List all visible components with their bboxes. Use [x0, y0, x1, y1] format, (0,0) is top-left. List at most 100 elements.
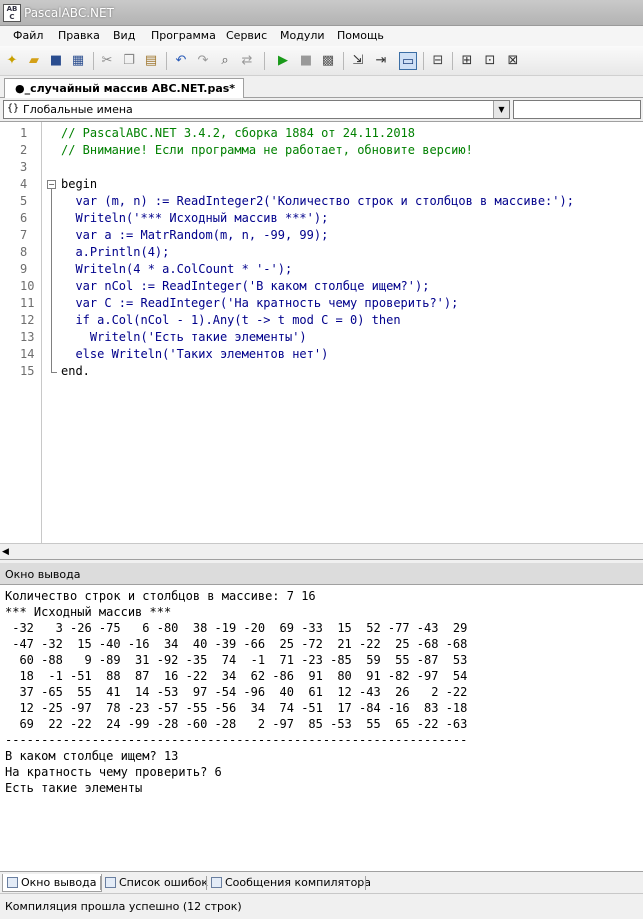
title-bar: AB C PascalABC.NET [0, 0, 643, 26]
toolbar-separator [423, 52, 424, 70]
menu-program[interactable]: Программа [151, 29, 216, 42]
menu-bar: Файл Правка Вид Программа Сервис Модули … [0, 26, 643, 46]
new-file-icon[interactable]: ✦ [3, 52, 21, 70]
tab-label: Сообщения компилятора [225, 876, 372, 889]
save-all-icon[interactable]: ▦ [69, 52, 87, 70]
output-line: -47 -32 15 -40 -16 34 40 -39 -66 25 -72 … [5, 637, 468, 651]
line-number: 6 [20, 211, 28, 225]
line-number: 10 [20, 279, 35, 293]
output-line: 60 -88 9 -89 31 -92 -35 74 -1 71 -23 -85… [5, 653, 468, 667]
output-panel-title: Окно вывода [5, 568, 81, 581]
scope-bar: {} Глобальные имена ▼ [0, 98, 643, 121]
toolbar-separator [343, 52, 344, 70]
paste-icon[interactable]: ▤ [142, 52, 160, 70]
replace-icon[interactable]: ⇄ [238, 52, 256, 70]
toolbar-separator [264, 52, 265, 70]
output-line: На кратность чему проверить? 6 [5, 765, 222, 779]
tab-output-window[interactable]: Окно вывода [2, 874, 103, 892]
bottom-tab-bar: Окно вывода Список ошибок Сообщения комп… [0, 871, 643, 893]
status-bar: Компиляция прошла успешно (12 строк) [0, 893, 643, 919]
status-text: Компиляция прошла успешно (12 строк) [5, 900, 242, 913]
step-over-icon[interactable]: ⇥ [372, 52, 390, 70]
compiler-messages-icon [211, 877, 222, 888]
find-icon[interactable]: ⌕ [216, 52, 234, 70]
code-line: begin [61, 177, 98, 191]
open-folder-icon[interactable]: ▰ [25, 52, 43, 70]
output-line: 69 22 -22 24 -99 -28 -60 -28 2 -97 85 -5… [5, 717, 468, 731]
output-line: 37 -65 55 41 14 -53 97 -54 -96 40 61 12 … [5, 685, 468, 699]
line-number: 1 [20, 126, 28, 140]
menu-file[interactable]: Файл [13, 29, 43, 42]
line-number: 11 [20, 296, 35, 310]
code-line: // PascalABC.NET 3.4.2, сборка 1884 от 2… [61, 126, 416, 140]
menu-help[interactable]: Помощь [337, 29, 384, 42]
fold-guide [51, 189, 52, 372]
format-icon[interactable]: ⊞ [458, 52, 476, 70]
code-editor[interactable]: 1 2 3 4 5 6 7 8 9 10 11 12 13 14 15 − //… [0, 121, 643, 544]
line-number: 13 [20, 330, 35, 344]
output-panel-header: Окно вывода [0, 563, 643, 585]
output-line: Есть такие элементы [5, 781, 143, 795]
undo-icon[interactable]: ↶ [172, 52, 190, 70]
code-line: Writeln(4 * a.ColCount * '-'); [61, 262, 293, 276]
line-number: 8 [20, 245, 28, 259]
toolbar-separator [452, 52, 453, 70]
toolbar-separator [166, 52, 167, 70]
output-separator-line: ----------------------------------------… [5, 733, 468, 747]
output-window-icon [7, 877, 18, 888]
toolbar-separator [93, 52, 94, 70]
scope-value: Глобальные имена [23, 103, 133, 116]
code-line: end. [61, 364, 90, 378]
chevron-down-icon[interactable]: ▼ [493, 101, 509, 118]
code-line: Writeln('*** Исходный массив ***'); [61, 211, 329, 225]
code-line: var C := ReadInteger('На кратность чему … [61, 296, 459, 310]
document-tab-bar: ●_случайный массив ABC.NET.pas* [0, 76, 643, 99]
fold-guide-end [51, 372, 57, 373]
redo-icon[interactable]: ↷ [194, 52, 212, 70]
line-number-gutter: 1 2 3 4 5 6 7 8 9 10 11 12 13 14 15 [0, 122, 42, 544]
menu-view[interactable]: Вид [113, 29, 135, 42]
tab-current-file[interactable]: ●_случайный массив ABC.NET.pas* [4, 78, 245, 99]
output-window-icon[interactable]: ▭ [399, 52, 417, 70]
app-icon: AB C [3, 4, 21, 22]
line-number: 15 [20, 364, 35, 378]
tab-label: Окно вывода [21, 876, 97, 889]
tab-compiler-messages[interactable]: Сообщения компилятора [207, 874, 376, 892]
menu-service[interactable]: Сервис [226, 29, 267, 42]
line-number: 12 [20, 313, 35, 327]
save-icon[interactable]: ■ [47, 52, 65, 70]
window-title: PascalABC.NET [24, 6, 114, 20]
refactor-icon[interactable]: ⊠ [504, 52, 522, 70]
run-icon[interactable]: ▶ [274, 52, 292, 70]
menu-edit[interactable]: Правка [58, 29, 100, 42]
line-number: 9 [20, 262, 28, 276]
debug-icon[interactable]: ⊟ [429, 52, 447, 70]
scroll-left-icon[interactable]: ◀ [2, 547, 9, 557]
step-into-icon[interactable]: ⇲ [349, 52, 367, 70]
line-number: 5 [20, 194, 28, 208]
stop-icon[interactable]: ■ [297, 52, 315, 70]
sort-icon[interactable]: ⊡ [481, 52, 499, 70]
cut-icon[interactable]: ✂ [98, 52, 116, 70]
code-line: a.Println(4); [61, 245, 170, 259]
toolbar: ✦ ▰ ■ ▦ ✂ ❐ ▤ ↶ ↷ ⌕ ⇄ ▶ ■ ▩ ⇲ ⇥ ▭ ⊟ ⊞ ⊡ … [0, 46, 643, 76]
output-line: -32 3 -26 -75 6 -80 38 -19 -20 69 -33 15… [5, 621, 468, 635]
output-line: 18 -1 -51 88 87 16 -22 34 62 -86 91 80 9… [5, 669, 468, 683]
output-line: Количество строк и столбцов в массиве: 7… [5, 589, 316, 603]
output-window[interactable]: Количество строк и столбцов в массиве: 7… [0, 585, 643, 871]
output-line: 12 -25 -97 78 -23 -57 -55 -56 34 74 -51 … [5, 701, 468, 715]
namespace-icon: {} [7, 103, 20, 114]
line-number: 2 [20, 143, 28, 157]
tab-error-list[interactable]: Список ошибок [101, 874, 213, 892]
line-number: 3 [20, 160, 28, 174]
copy-icon[interactable]: ❐ [120, 52, 138, 70]
scope-dropdown[interactable]: {} Глобальные имена ▼ [3, 100, 510, 119]
output-line: В каком столбце ищем? 13 [5, 749, 179, 763]
menu-modules[interactable]: Модули [280, 29, 325, 42]
compile-icon[interactable]: ▩ [319, 52, 337, 70]
tab-label: Список ошибок [119, 876, 209, 889]
editor-horizontal-scrollbar[interactable]: ◀ [0, 543, 643, 560]
tab-separator [365, 876, 366, 890]
fold-toggle-icon[interactable]: − [47, 180, 56, 189]
member-dropdown[interactable] [513, 100, 641, 119]
